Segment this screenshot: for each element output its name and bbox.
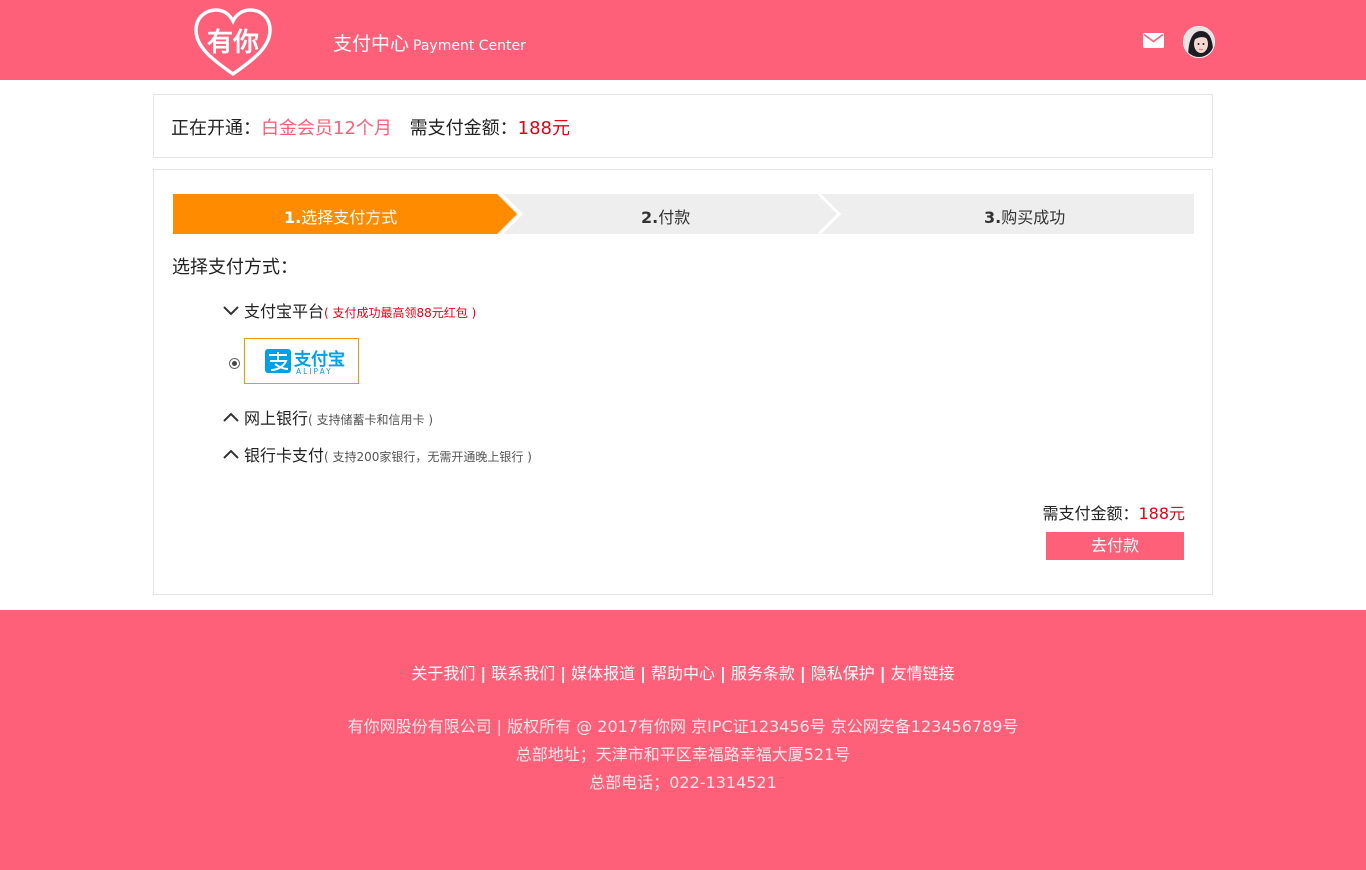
step-2: 2.付款 [641,204,690,228]
online-banking-name: 网上银行 [244,409,309,428]
total-label: 需支付金额： [1042,504,1139,523]
footer-link-media[interactable]: 媒体报道 [571,664,635,683]
footer-separator: | [720,664,726,683]
step-3-num: 3. [984,208,1002,227]
chevron-up-icon [223,412,239,422]
footer-separator: | [640,664,646,683]
footer-link-terms[interactable]: 服务条款 [731,664,795,683]
payment-method-label: 网上银行( 支持储蓄卡和信用卡 ) [244,405,433,429]
amount-value: 188元 [517,118,570,139]
footer-link-friends[interactable]: 友情链接 [891,664,955,683]
summary-line: 正在开通：白金会员12个月 需支付金额：188元 [171,114,570,140]
payment-panel: 1.选择支付方式 2.付款 3.购买成功 选择支付方式： 支付宝平台( 支付成功… [153,169,1213,595]
step-2-num: 2. [641,208,659,227]
alipay-logo-icon: 支付宝 ALIPAY [265,349,345,376]
step-progress: 1.选择支付方式 2.付款 3.购买成功 [173,194,1194,234]
footer-link-contact[interactable]: 联系我们 [491,664,555,683]
step-3-label: 购买成功 [1001,208,1066,227]
alipay-platform-name: 支付宝平台 [244,302,325,321]
alipay-radio[interactable] [229,358,240,369]
total-value: 188元 [1138,504,1185,523]
payment-method-label: 银行卡支付( 支持200家银行，无需开通晚上银行 ) [244,442,532,466]
step-1-num: 1. [284,208,302,227]
go-pay-button[interactable]: 去付款 [1046,532,1184,560]
bank-card-note: ( 支持200家银行，无需开通晚上银行 ) [324,450,532,464]
title-cn: 支付中心 [333,33,410,55]
logo-text: 有你 [207,28,259,58]
page-title: 支付中心 Payment Center [333,29,526,56]
footer-phone: 总部电话；022-1314521 [589,773,777,792]
mail-icon[interactable] [1143,33,1164,48]
footer-address: 总部地址；天津市和平区幸福路幸福大厦521号 [515,745,851,764]
alipay-platform-note: ( 支付成功最高领88元红包 ) [324,306,477,320]
step-1-label: 选择支付方式 [301,208,398,227]
bank-card-name: 银行卡支付 [244,446,325,465]
chevron-up-icon [223,449,239,459]
order-summary: 正在开通：白金会员12个月 需支付金额：188元 [153,94,1213,158]
site-footer: 关于我们 | 联系我们 | 媒体报道 | 帮助中心 | 服务条款 | 隐私保护 | 友情链接 有你网股份… [0,610,1366,870]
footer-separator: | [480,664,487,683]
footer-link-privacy[interactable]: 隐私保护 [811,664,875,683]
footer-links: 关于我们 | 联系我们 | 媒体报道 | 帮助中心 | 服务条款 | 隐私保护 | 友情链接 [0,660,1366,684]
avatar-image [1184,27,1214,57]
total-amount: 需支付金额：188元 [1042,500,1185,524]
product-name: 白金会员12个月 [261,118,392,139]
footer-copyright: 有你网股份有限公司 | 版权所有 @ 2017有你网 京IPC证123456号 … [347,717,1019,736]
footer-separator: | [799,664,806,683]
online-banking-note: ( 支持储蓄卡和信用卡 ) [308,413,434,427]
section-title: 选择支付方式： [172,257,298,278]
top-header: 有你 支付中心 Payment Center [0,0,1366,80]
footer-separator: | [879,664,886,683]
payment-method-label: 支付宝平台( 支付成功最高领88元红包 ) [244,298,476,322]
step-2-label: 付款 [658,208,691,227]
footer-separator: | [560,664,567,683]
opening-label: 正在开通： [171,118,261,139]
chevron-down-icon [223,306,239,316]
alipay-option[interactable]: 支付宝 ALIPAY [244,338,359,384]
heart-logo-icon[interactable]: 有你 [190,6,276,78]
avatar[interactable] [1183,26,1215,58]
footer-link-about[interactable]: 关于我们 [411,664,475,683]
title-en: Payment Center [413,38,526,54]
amount-label: 需支付金额： [409,118,518,139]
alipay-logo-en: ALIPAY [296,367,333,376]
step-3: 3.购买成功 [984,204,1065,228]
step-1: 1.选择支付方式 [284,204,397,228]
footer-link-help[interactable]: 帮助中心 [651,664,715,683]
